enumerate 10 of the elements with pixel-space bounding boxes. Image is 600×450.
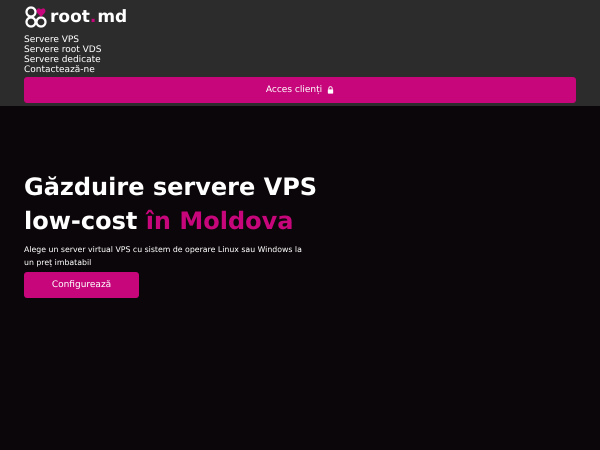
configure-button[interactable]: Configurează [24, 272, 139, 298]
client-access-button[interactable]: Acces clienți [24, 77, 576, 103]
clover-logo-icon [24, 5, 48, 29]
nav-link[interactable]: Servere VPS [24, 35, 80, 45]
nav-link[interactable]: Servere root VDS [24, 45, 102, 55]
nav-link[interactable]: Servere dedicate [24, 55, 101, 65]
logo-text[interactable]: root.md [50, 7, 128, 27]
nav-link[interactable]: Contactează-ne [24, 65, 95, 75]
hero-heading: Găzduire servere VPS low-cost în Moldova [24, 172, 318, 237]
padlock-icon [327, 86, 334, 94]
